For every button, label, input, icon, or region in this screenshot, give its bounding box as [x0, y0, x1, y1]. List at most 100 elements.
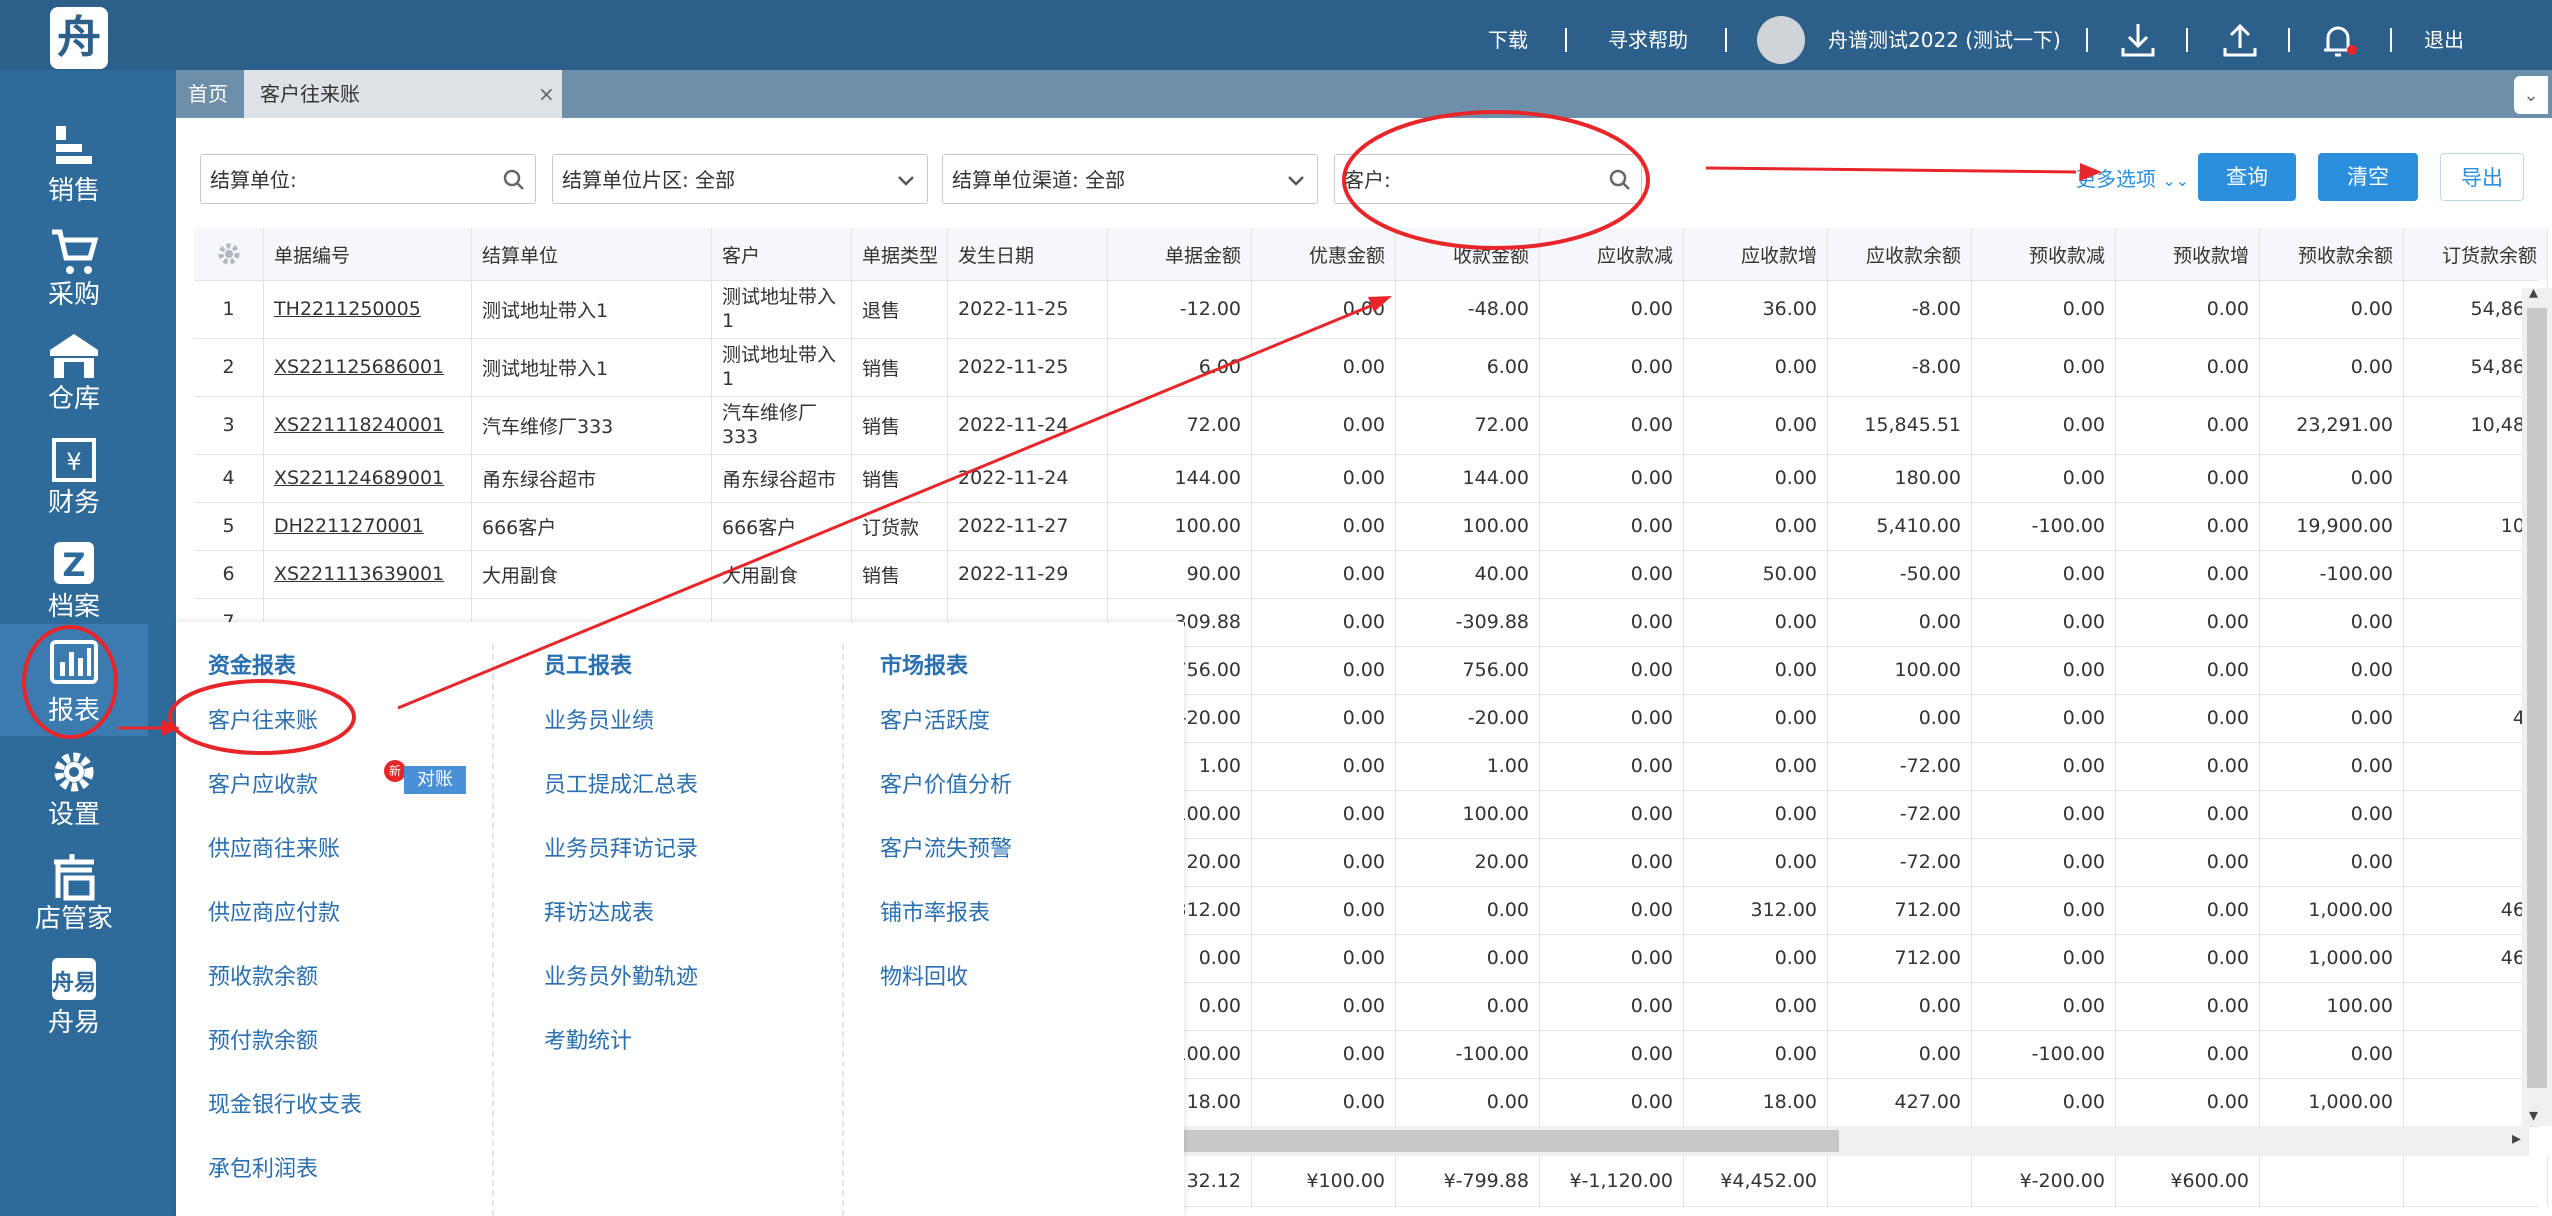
- receivable-dec-col: 0.00: [1540, 454, 1684, 502]
- menu-item-churn-warning[interactable]: 客户流失预警: [880, 831, 1012, 863]
- sidebar-item-purchase[interactable]: 采购: [0, 220, 148, 324]
- menu-item-cash-bank[interactable]: 现金银行收支表: [208, 1087, 362, 1119]
- column-header-text: 预收款余额: [2297, 244, 2393, 267]
- doc-number-col[interactable]: XS221113639001: [264, 550, 472, 598]
- menu-item-advance-receipt[interactable]: 预收款余额: [208, 959, 318, 991]
- search-icon[interactable]: [503, 169, 525, 191]
- sidebar-item-warehouse[interactable]: 仓库: [0, 324, 148, 428]
- menu-item-visit-records[interactable]: 业务员拜访记录: [544, 831, 698, 863]
- menu-item-field-track[interactable]: 业务员外勤轨迹: [544, 959, 698, 991]
- doc-number-col[interactable]: TH2211250005: [264, 280, 472, 338]
- arrow-up-icon[interactable]: ▴: [2529, 282, 2538, 303]
- doc-amount-col-text: 20.00: [1186, 851, 1241, 873]
- vertical-scrollbar[interactable]: ▴ ▾: [2522, 282, 2552, 1126]
- menu-item-visit-achievement[interactable]: 拜访达成表: [544, 895, 654, 927]
- menu-item-customer-ledger[interactable]: 客户往来账: [208, 703, 318, 735]
- horizontal-scrollbar[interactable]: ▸: [1184, 1126, 2529, 1156]
- sidebar-item-archive[interactable]: Z 档案: [0, 532, 148, 636]
- settings-gear-icon[interactable]: [194, 228, 264, 280]
- advance-balance-col-text: 1,000.00: [2308, 899, 2393, 921]
- settle-channel-select[interactable]: 结算单位渠道: 全部: [942, 154, 1318, 204]
- receivable-inc-col: 0.00: [1684, 338, 1828, 396]
- separator: [2086, 28, 2088, 52]
- reconcile-badge[interactable]: 对账: [404, 766, 466, 794]
- clear-button[interactable]: 清空: [2318, 153, 2418, 201]
- sidebar-item-finance[interactable]: ¥ 财务: [0, 428, 148, 532]
- menu-item-customer-activity[interactable]: 客户活跃度: [880, 703, 990, 735]
- advance-inc-col-text: 0.00: [2206, 851, 2249, 873]
- app-logo[interactable]: 舟: [50, 7, 108, 69]
- sidebar-item-settings[interactable]: 设置: [0, 740, 148, 844]
- table-row[interactable]: 1 TH2211250005 测试地址带入1 测试地址带入1 退售 2022-11-25 -…: [194, 280, 2548, 339]
- table-row[interactable]: 3 XS221118240001 汽车维修厂333 汽车维修厂333 销售 2022-11…: [194, 396, 2548, 455]
- avatar[interactable]: [1757, 16, 1805, 64]
- more-options-link[interactable]: 更多选项 ⌄⌄: [2076, 154, 2189, 204]
- query-button[interactable]: 查询: [2198, 153, 2296, 201]
- customer-field[interactable]: 客户:: [1334, 154, 1642, 204]
- customer-col: 大用副食: [712, 550, 852, 598]
- sidebar-item-store[interactable]: 店管家: [0, 844, 148, 948]
- doc-number-col[interactable]: DH2211270001: [264, 502, 472, 550]
- menu-heading: 资金报表: [208, 654, 297, 679]
- download-icon[interactable]: [2118, 20, 2158, 60]
- close-icon[interactable]: ×: [538, 70, 555, 118]
- bell-icon[interactable]: [2318, 20, 2358, 60]
- table-row[interactable]: 5 DH2211270001 666客户 666客户 订货款 2022-11-27 100.…: [194, 502, 2548, 551]
- received-col: 72.00: [1396, 396, 1540, 454]
- arrow-right-icon[interactable]: ▸: [2512, 1128, 2521, 1149]
- date-col: 2022-11-25: [948, 280, 1108, 338]
- receivable-inc-col-text: 0.00: [1774, 851, 1817, 873]
- menu-item-customer-receivable[interactable]: 客户应收款: [208, 767, 318, 799]
- scrollbar-thumb[interactable]: [2527, 308, 2547, 1088]
- table-row[interactable]: 6 XS221113639001 大用副食 大用副食 销售 2022-11-29 90.00…: [194, 550, 2548, 599]
- doc-number-col[interactable]: XS221118240001: [264, 396, 472, 454]
- advance-inc-col: 0.00: [2116, 454, 2260, 502]
- menu-item-prepayment[interactable]: 预付款余额: [208, 1023, 318, 1055]
- menu-item-customer-value[interactable]: 客户价值分析: [880, 767, 1012, 799]
- menu-item-material-recycle[interactable]: 物料回收: [880, 959, 968, 991]
- user-name[interactable]: 舟谱测试2022 (测试一下): [1828, 0, 2061, 70]
- settle-channel-label: 结算单位渠道: 全部: [952, 168, 1126, 192]
- advance-dec-col: 0.00: [1972, 694, 2116, 742]
- settle-unit-label: 结算单位:: [210, 168, 297, 192]
- sidebar-item-report[interactable]: 报表: [0, 624, 148, 736]
- menu-item-supplier-payable[interactable]: 供应商应付款: [208, 895, 340, 927]
- menu-item-commission-summary[interactable]: 员工提成汇总表: [544, 767, 698, 799]
- table-row[interactable]: 4 XS221124689001 甬东绿谷超市 甬东绿谷超市 销售 2022-11-24 1…: [194, 454, 2548, 503]
- doc-number-col[interactable]: XS221124689001: [264, 454, 472, 502]
- new-badge: 新: [384, 760, 406, 782]
- settle-region-select[interactable]: 结算单位片区: 全部: [552, 154, 928, 204]
- receivable-dec-col: 0.00: [1540, 790, 1684, 838]
- upload-icon[interactable]: [2220, 20, 2260, 60]
- advance-dec-col: 0.00: [1972, 934, 2116, 982]
- receivable-inc-col: 312.00: [1684, 886, 1828, 934]
- menu-item-distribution-rate[interactable]: 铺市率报表: [880, 895, 990, 927]
- tab-customer-ledger[interactable]: 客户往来账 ×: [244, 70, 562, 118]
- chevron-down-icon: [898, 176, 914, 186]
- advance-balance-col: 0.00: [2260, 280, 2404, 338]
- menu-item-attendance[interactable]: 考勤统计: [544, 1023, 632, 1055]
- sidebar-item-zhouyi[interactable]: 舟易 舟易: [0, 948, 148, 1052]
- scrollbar-thumb[interactable]: [1184, 1130, 1839, 1152]
- divider: [842, 644, 844, 1216]
- advance-dec-col-text: 0.00: [2062, 611, 2105, 633]
- advance-balance-col: 0.00: [2260, 454, 2404, 502]
- menu-item-supplier-ledger[interactable]: 供应商往来账: [208, 831, 340, 863]
- help-link[interactable]: 寻求帮助: [1608, 0, 1688, 70]
- search-icon[interactable]: [1609, 169, 1631, 191]
- menu-item-contract-profit[interactable]: 承包利润表: [208, 1151, 318, 1183]
- chevron-down-icon[interactable]: ⌄: [2514, 76, 2548, 114]
- doc-type-col: 销售: [852, 338, 948, 396]
- doc-number-col[interactable]: XS221125686001: [264, 338, 472, 396]
- download-link[interactable]: 下载: [1488, 0, 1528, 70]
- table-row[interactable]: 2 XS221125686001 测试地址带入1 测试地址带入1 销售 2022-11-2…: [194, 338, 2548, 397]
- sidebar-item-sales[interactable]: 销售: [0, 116, 148, 220]
- menu-item-sales-performance[interactable]: 业务员业绩: [544, 703, 654, 735]
- arrow-down-icon[interactable]: ▾: [2529, 1105, 2538, 1126]
- advance-inc-col: 0.00: [2116, 280, 2260, 338]
- logout-link[interactable]: 退出: [2424, 0, 2464, 70]
- export-button[interactable]: 导出: [2440, 153, 2524, 201]
- tab-home[interactable]: 首页: [176, 70, 240, 118]
- total-cell-text: ¥4,452.00: [1720, 1170, 1817, 1192]
- settle-unit-field[interactable]: 结算单位:: [200, 154, 536, 204]
